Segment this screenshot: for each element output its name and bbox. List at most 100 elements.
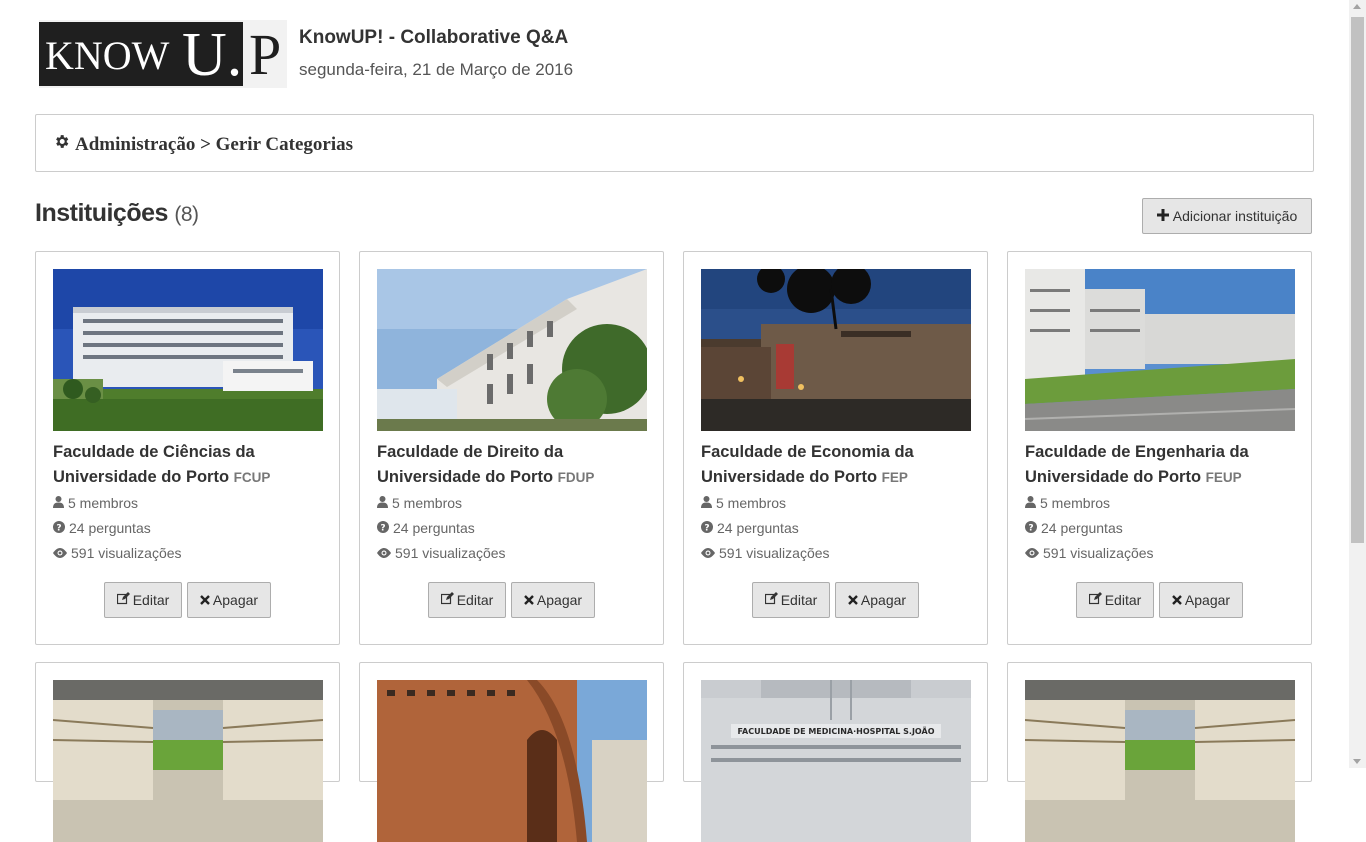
delete-button[interactable]: Apagar (1159, 582, 1243, 618)
breadcrumb-text[interactable]: Administração > Gerir Categorias (75, 134, 353, 156)
views-count: 591 visualizações (1025, 545, 1154, 561)
current-date: segunda-feira, 21 de Março de 2016 (299, 60, 574, 79)
edit-label: Editar (132, 592, 170, 608)
institution-name[interactable]: Faculdade de Economia da Universidade do… (701, 440, 976, 490)
views-text: 591 visualizações (719, 545, 830, 561)
edit-button[interactable]: Editar (1076, 582, 1154, 618)
institution-card: Faculdade de Engenharia da Universidade … (1007, 251, 1312, 645)
institution-photo (377, 680, 647, 842)
institution-name[interactable]: Faculdade de Ciências da Universidade do… (53, 440, 328, 490)
institution-photo (53, 680, 323, 842)
close-icon (524, 592, 534, 608)
questions-count: ? 24 perguntas (377, 520, 475, 536)
questions-count: ? 24 perguntas (1025, 520, 1123, 536)
members-count: 5 membros (377, 495, 462, 511)
logo-text-know: KNOW (45, 33, 170, 78)
user-icon (1025, 495, 1036, 511)
svg-text:FACULDADE DE MEDICINA·HOSPITAL: FACULDADE DE MEDICINA·HOSPITAL S.JOÃO (738, 726, 935, 736)
scrollbar-thumb[interactable] (1351, 17, 1364, 543)
members-text: 5 membros (68, 495, 139, 511)
views-count: 591 visualizações (53, 545, 182, 561)
views-text: 591 visualizações (1043, 545, 1154, 561)
breadcrumb: Administração > Gerir Categorias (53, 133, 353, 156)
institution-photo (701, 269, 971, 431)
svg-text:?: ? (56, 524, 61, 534)
questions-text: 24 perguntas (69, 520, 151, 536)
question-circle-icon: ? (1025, 520, 1037, 536)
questions-text: 24 perguntas (393, 520, 475, 536)
institution-abbr: FDUP (557, 470, 595, 485)
delete-button[interactable]: Apagar (187, 582, 271, 618)
eye-icon (53, 545, 67, 561)
delete-button[interactable]: Apagar (511, 582, 595, 618)
eye-icon (377, 545, 391, 561)
institution-name-text: Faculdade de Ciências da Universidade do… (53, 443, 255, 486)
section-count: (8) (174, 203, 199, 226)
institution-card (359, 662, 664, 842)
delete-button[interactable]: Apagar (835, 582, 919, 618)
svg-text:?: ? (704, 524, 709, 534)
user-icon (53, 495, 64, 511)
members-count: 5 membros (53, 495, 138, 511)
edit-icon (764, 592, 778, 608)
card-actions: Editar Apagar (36, 582, 339, 618)
svg-text:?: ? (380, 524, 385, 534)
institution-card (1007, 662, 1312, 842)
scroll-down-arrow-icon[interactable] (1353, 759, 1361, 764)
delete-label: Apagar (860, 592, 907, 608)
edit-icon (116, 592, 130, 608)
members-text: 5 membros (1040, 495, 1111, 511)
logo-text-u: U. (182, 21, 243, 89)
close-icon (200, 592, 210, 608)
gear-icon (53, 133, 70, 156)
delete-label: Apagar (1184, 592, 1231, 608)
close-icon (848, 592, 858, 608)
institution-name[interactable]: Faculdade de Engenharia da Universidade … (1025, 440, 1300, 490)
edit-button[interactable]: Editar (428, 582, 506, 618)
add-institution-button[interactable]: Adicionar instituição (1142, 198, 1312, 234)
institution-photo (1025, 680, 1295, 842)
members-text: 5 membros (392, 495, 463, 511)
scroll-up-arrow-icon[interactable] (1353, 4, 1361, 9)
institution-card: Faculdade de Direito da Universidade do … (359, 251, 664, 645)
institution-card: Faculdade de Ciências da Universidade do… (35, 251, 340, 645)
card-actions: Editar Apagar (1008, 582, 1311, 618)
logo-dark-block: KNOW U. (39, 22, 243, 86)
edit-button[interactable]: Editar (752, 582, 830, 618)
members-count: 5 membros (701, 495, 786, 511)
section-title-text: Instituições (35, 199, 168, 227)
institution-photo (1025, 269, 1295, 431)
edit-icon (440, 592, 454, 608)
institution-card: FACULDADE DE MEDICINA·HOSPITAL S.JOÃO (683, 662, 988, 842)
section-title: Instituições (8) (35, 199, 199, 228)
institution-photo (53, 269, 323, 431)
members-text: 5 membros (716, 495, 787, 511)
views-text: 591 visualizações (71, 545, 182, 561)
institution-name[interactable]: Faculdade de Direito da Universidade do … (377, 440, 652, 490)
question-circle-icon: ? (377, 520, 389, 536)
institution-photo: FACULDADE DE MEDICINA·HOSPITAL S.JOÃO (701, 680, 971, 842)
views-count: 591 visualizações (377, 545, 506, 561)
edit-button[interactable]: Editar (104, 582, 182, 618)
question-circle-icon: ? (701, 520, 713, 536)
eye-icon (1025, 545, 1039, 561)
close-icon (1172, 592, 1182, 608)
questions-text: 24 perguntas (1041, 520, 1123, 536)
institution-card: Faculdade de Economia da Universidade do… (683, 251, 988, 645)
institution-name-text: Faculdade de Direito da Universidade do … (377, 443, 564, 486)
edit-label: Editar (1104, 592, 1142, 608)
institution-abbr: FEP (881, 470, 908, 485)
user-icon (701, 495, 712, 511)
questions-count: ? 24 perguntas (701, 520, 799, 536)
site-logo[interactable]: KNOW U. P (39, 20, 287, 88)
plus-icon (1156, 208, 1169, 224)
question-circle-icon: ? (53, 520, 65, 536)
questions-text: 24 perguntas (717, 520, 799, 536)
members-count: 5 membros (1025, 495, 1110, 511)
delete-label: Apagar (212, 592, 259, 608)
delete-label: Apagar (536, 592, 583, 608)
questions-count: ? 24 perguntas (53, 520, 151, 536)
vertical-scrollbar[interactable] (1349, 0, 1366, 768)
edit-icon (1088, 592, 1102, 608)
views-text: 591 visualizações (395, 545, 506, 561)
